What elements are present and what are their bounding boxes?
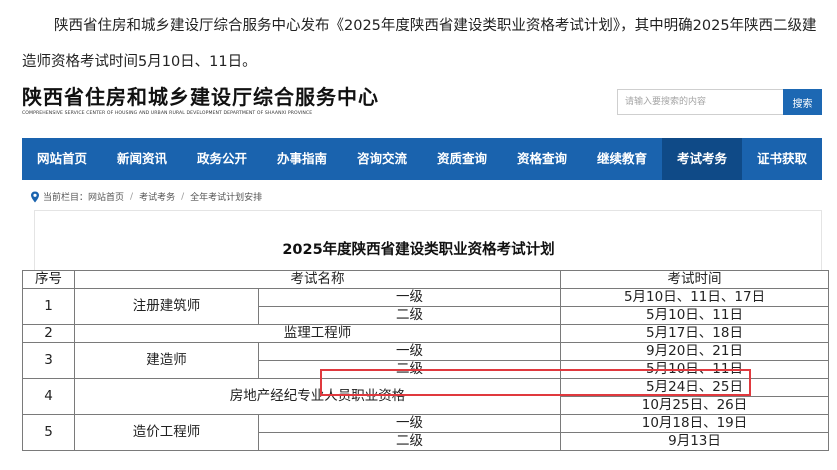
search-button[interactable]: 搜索	[783, 89, 822, 115]
row-exam-time: 9月13日	[560, 432, 830, 451]
search-input[interactable]	[617, 89, 783, 115]
nav-item-home[interactable]: 网站首页	[22, 138, 102, 180]
nav-item-service-guide[interactable]: 办事指南	[262, 138, 342, 180]
breadcrumb-label: 当前栏目：	[43, 193, 89, 203]
intro-paragraph: 陕西省住房和城乡建设厅综合服务中心发布《2025年度陕西省建设类职业资格考试计划…	[22, 18, 817, 70]
nav-item-certificate-pickup[interactable]: 证书获取	[742, 138, 822, 180]
header-exam-time: 考试时间	[560, 270, 830, 289]
breadcrumb-separator: /	[181, 191, 185, 202]
nav-item-news[interactable]: 新闻资讯	[102, 138, 182, 180]
breadcrumb-annual-plan[interactable]: 全年考试计划安排	[190, 190, 262, 203]
row-exam-time: 5月10日、11日、17日	[560, 288, 830, 307]
exam-plan-table: 序号 考试名称 考试时间 1 注册建筑师 一级 5月10日、11日、17日 二级…	[22, 270, 830, 451]
header-exam-name: 考试名称	[73, 270, 562, 289]
nav-item-consultation[interactable]: 咨询交流	[342, 138, 422, 180]
row-exam-name: 造价工程师	[74, 414, 259, 451]
logo-chinese-name: 陕西省住房和城乡建设厅综合服务中心	[22, 85, 379, 109]
highlight-box	[320, 369, 751, 396]
search-bar: 搜索	[617, 89, 822, 115]
row-exam-time: 10月18日、19日	[560, 414, 830, 433]
table-row: 5 造价工程师 一级 10月18日、19日	[22, 414, 830, 451]
row-exam-level: 二级	[257, 432, 562, 451]
main-nav: 网站首页 新闻资讯 政务公开 办事指南 咨询交流 资质查询 资格查询 继续教育 …	[22, 138, 822, 180]
nav-item-government-affairs[interactable]: 政务公开	[182, 138, 262, 180]
row-exam-name: 建造师	[74, 342, 259, 379]
row-exam-level: 一级	[257, 288, 562, 307]
row-no: 3	[22, 342, 75, 379]
header-no: 序号	[22, 270, 75, 289]
row-exam-level: 二级	[257, 306, 562, 325]
nav-item-qualification-query[interactable]: 资质查询	[422, 138, 502, 180]
breadcrumb-separator: /	[130, 191, 134, 202]
logo-english-name: COMPREHENSIVE SERVICE CENTER OF HOUSING …	[22, 111, 313, 116]
row-exam-time: 9月20日、21日	[560, 342, 830, 361]
page-title: 2025年度陕西省建设类职业资格考试计划	[282, 242, 555, 258]
row-exam-level: 一级	[257, 414, 562, 433]
row-exam-time: 5月17日、18日	[560, 324, 830, 343]
row-exam-time: 10月25日、26日	[560, 396, 830, 415]
row-no: 5	[22, 414, 75, 451]
nav-item-exams[interactable]: 考试考务	[662, 138, 742, 180]
breadcrumb-exams[interactable]: 考试考务	[139, 190, 175, 203]
table-row: 3 建造师 一级 9月20日、21日	[22, 342, 830, 379]
table-row: 1 注册建筑师 一级 5月10日、11日、17日	[22, 288, 830, 325]
nav-item-continuing-education[interactable]: 继续教育	[582, 138, 662, 180]
row-exam-name: 注册建筑师	[74, 288, 259, 325]
nav-item-certification-query[interactable]: 资格查询	[502, 138, 582, 180]
location-pin-icon	[31, 191, 39, 202]
row-exam-time: 5月10日、11日	[560, 306, 830, 325]
site-logo[interactable]: 陕西省住房和城乡建设厅综合服务中心 COMPREHENSIVE SERVICE …	[22, 84, 379, 116]
row-exam-name: 监理工程师	[73, 324, 562, 343]
table-header-row: 序号 考试名称 考试时间	[22, 270, 830, 289]
breadcrumb: 当前栏目： 网站首页 / 考试考务 / 全年考试计划安排	[30, 190, 262, 203]
row-no: 2	[22, 324, 75, 343]
row-no: 1	[22, 288, 75, 325]
breadcrumb-home[interactable]: 网站首页	[88, 190, 124, 203]
row-exam-level: 一级	[257, 342, 562, 361]
table-row: 2 监理工程师 5月17日、18日	[22, 324, 830, 343]
row-no: 4	[22, 378, 75, 415]
